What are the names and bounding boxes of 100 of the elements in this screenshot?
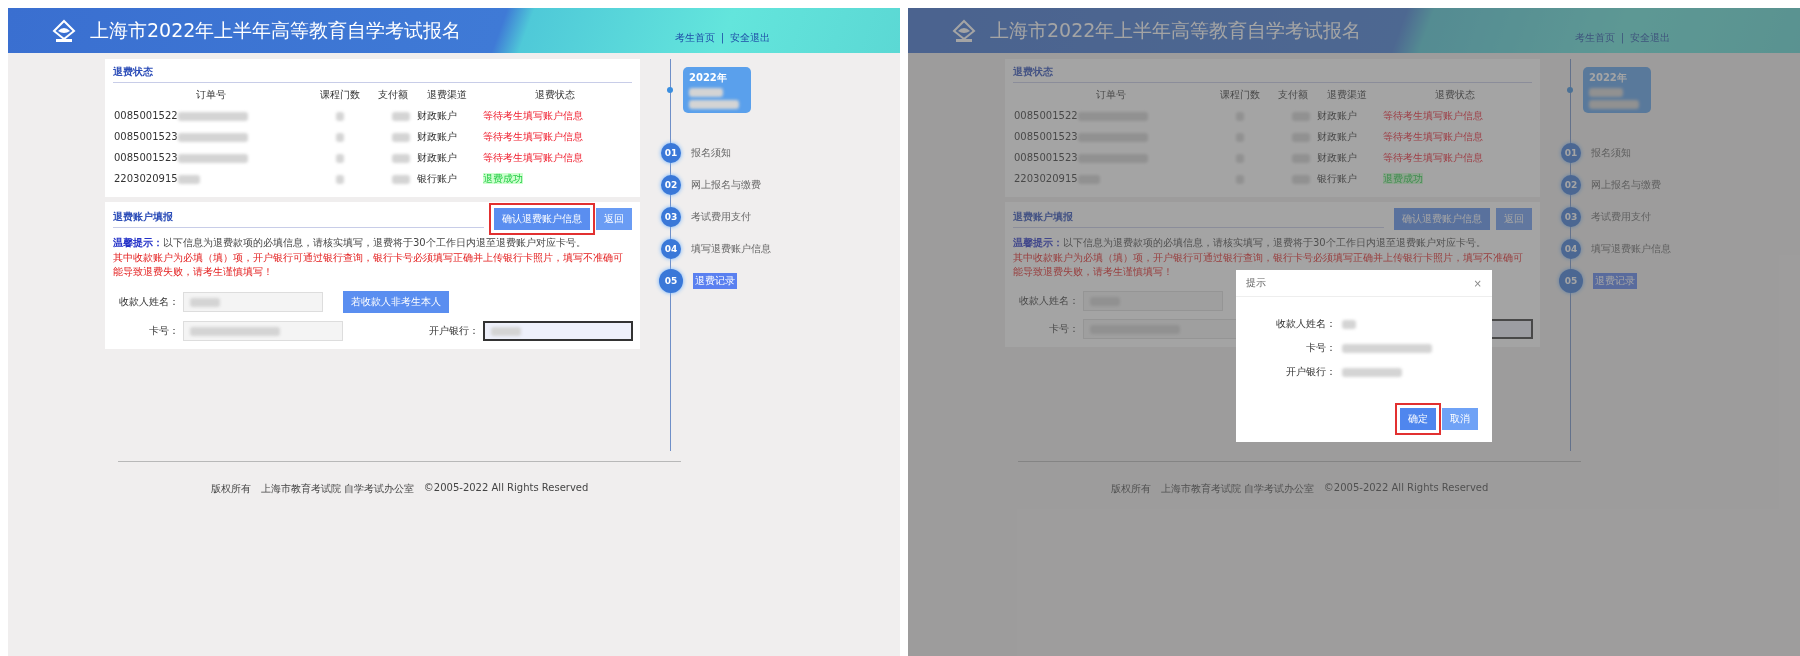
field-label: 开户银行： <box>429 324 479 338</box>
status-text: 退费成功 <box>483 172 524 184</box>
step-number: 03 <box>661 207 681 227</box>
table-cell-text: 财政账户 <box>1316 150 1359 165</box>
blurred-value <box>1589 100 1639 109</box>
blurred-value <box>177 111 248 121</box>
blurred-value <box>190 297 220 307</box>
section-title: 退费账户填报 <box>1013 210 1384 228</box>
field-label: 收款人姓名： <box>1018 294 1079 308</box>
status-text: 等待考生填写账户信息 <box>483 130 584 142</box>
section-title: 退费状态 <box>113 65 632 83</box>
confirm-button[interactable]: 确认退费账户信息 <box>1394 208 1490 230</box>
step-number: 01 <box>1561 143 1581 163</box>
step-number: 01 <box>661 143 681 163</box>
step-link[interactable]: 退费记录 <box>693 273 737 289</box>
link-separator: | <box>720 32 724 43</box>
section-title: 退费状态 <box>1013 65 1532 83</box>
bubble-text: 2022年 <box>689 71 728 85</box>
step-number: 05 <box>1559 269 1583 293</box>
status-text: 退费成功 <box>1383 172 1424 184</box>
order-number: 0085001523 <box>1014 152 1078 163</box>
blurred-value <box>392 132 411 142</box>
order-number: 2203020915 <box>114 173 178 184</box>
blurred-value <box>392 174 411 184</box>
blurred-value <box>392 111 411 121</box>
blurred-value <box>177 153 248 163</box>
column-header: 退费渠道 <box>425 88 468 102</box>
table-cell-text: 财政账户 <box>416 108 459 123</box>
status-text: 等待考生填写账户信息 <box>1383 109 1484 121</box>
status-text: 等待考生填写账户信息 <box>1383 151 1484 163</box>
back-button[interactable]: 返回 <box>1496 208 1532 230</box>
notice-text: 以下信息为退费款项的必填信息，请核实填写，退费将于30个工作日内退至退费账户对应卡号。 <box>1063 237 1486 248</box>
table-cell-text: 银行账户 <box>416 171 459 186</box>
blurred-value <box>177 174 200 184</box>
column-header: 退费渠道 <box>1325 88 1368 102</box>
blurred-value <box>335 153 344 163</box>
table-cell-text: 财政账户 <box>416 129 459 144</box>
column-header: 课程门数 <box>1218 88 1261 102</box>
blurred-value <box>491 326 521 336</box>
blurred-value <box>335 132 344 142</box>
alt-payee-button[interactable]: 若收款人非考生本人 <box>343 291 449 313</box>
blurred-value <box>335 111 344 121</box>
close-button[interactable]: × <box>1473 277 1482 289</box>
column-header: 订单号 <box>1095 88 1128 102</box>
notice-label: 温馨提示： <box>113 237 163 248</box>
field-label: 卡号： <box>148 324 179 338</box>
field-label: 开户银行： <box>1285 365 1336 379</box>
footer-text: 版权所有 <box>1110 482 1151 496</box>
step-number: 05 <box>659 269 683 293</box>
column-header: 订单号 <box>195 88 228 102</box>
table-cell-text: 财政账户 <box>1316 108 1359 123</box>
step-link[interactable]: 网上报名与缴费 <box>691 178 761 192</box>
table-cell-text: 财政账户 <box>416 150 459 165</box>
timeline-dot-icon <box>1567 87 1573 93</box>
back-button[interactable]: 返回 <box>596 208 632 230</box>
step-number: 03 <box>1561 207 1581 227</box>
step-number: 02 <box>661 175 681 195</box>
status-text: 等待考生填写账户信息 <box>1383 130 1484 142</box>
blurred-value <box>689 88 723 97</box>
field-label: 收款人姓名： <box>1275 317 1336 331</box>
bubble-text: 2022年 <box>1589 71 1628 85</box>
field-label: 卡号： <box>1305 341 1336 355</box>
dialog-title: 提示 <box>1246 276 1266 290</box>
header-link[interactable]: 安全退出 <box>1630 30 1670 45</box>
step-link[interactable]: 退费记录 <box>1593 273 1637 289</box>
step-number: 04 <box>1561 239 1581 259</box>
blurred-value <box>1342 367 1402 377</box>
order-number: 2203020915 <box>1014 173 1078 184</box>
header-link[interactable]: 考生首页 <box>674 30 715 45</box>
step-link[interactable]: 报名须知 <box>691 146 731 160</box>
step-link[interactable]: 考试费用支付 <box>691 210 751 224</box>
table-cell-text: 银行账户 <box>1316 171 1359 186</box>
input-field[interactable] <box>483 321 633 341</box>
blurred-value <box>335 174 344 184</box>
section-title: 退费账户填报 <box>113 210 484 228</box>
field-label: 收款人姓名： <box>118 295 179 309</box>
footer-text: ©2005-2022 All Rights Reserved <box>423 482 589 495</box>
blurred-value <box>177 132 248 142</box>
column-header: 支付额 <box>1277 88 1310 102</box>
step-link[interactable]: 填写退费账户信息 <box>691 242 771 256</box>
header-link[interactable]: 安全退出 <box>730 30 770 45</box>
footer-text: ©2005-2022 All Rights Reserved <box>1323 482 1489 495</box>
field-label: 卡号： <box>1048 322 1079 336</box>
link-separator: | <box>1620 32 1624 43</box>
column-header: 退费状态 <box>1433 88 1476 102</box>
footer-text: 版权所有 <box>210 482 251 496</box>
blurred-value <box>392 153 411 163</box>
warning-text: 其中收款账户为必填（填）项，开户银行可通过银行查询，银行卡号必须填写正确并上传银行卡照片，填写不准确可能导致退费失败，请考生谨慎填写！ <box>1013 251 1524 278</box>
column-header: 退费状态 <box>533 88 576 102</box>
cancel-button[interactable]: 取消 <box>1442 408 1478 430</box>
order-number: 0085001522 <box>1014 110 1078 121</box>
site-title: 上海市2022年上半年高等教育自学考试报名 <box>990 17 1362 43</box>
logo-icon <box>952 18 976 43</box>
order-number: 0085001523 <box>114 152 178 163</box>
header-link[interactable]: 考生首页 <box>1574 30 1615 45</box>
footer-text: 上海市教育考试院 自学考试办公室 <box>260 482 414 496</box>
order-number: 0085001523 <box>1014 131 1078 142</box>
logo-icon <box>52 18 76 43</box>
status-text: 等待考生填写账户信息 <box>483 151 584 163</box>
step-number: 04 <box>661 239 681 259</box>
